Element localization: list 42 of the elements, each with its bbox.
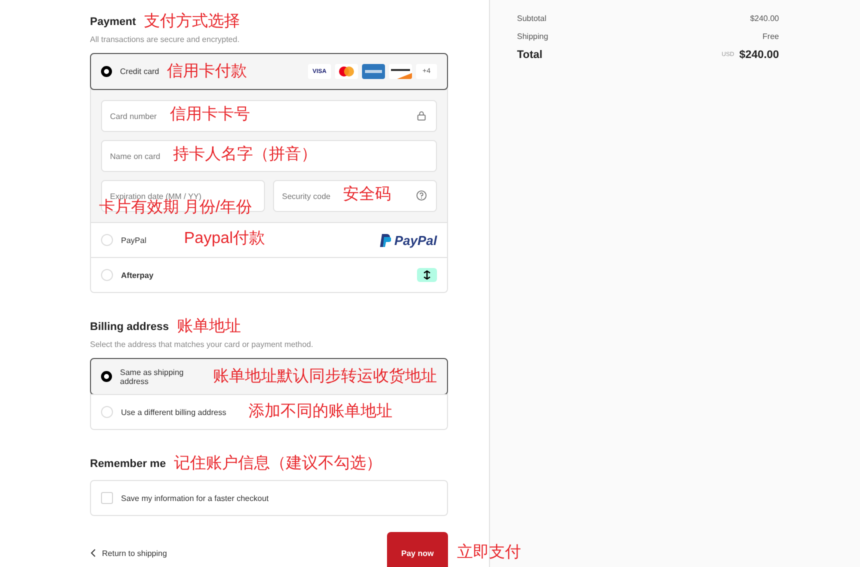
card-brand-icon bbox=[389, 64, 412, 79]
mastercard-icon bbox=[335, 64, 358, 79]
annotation: 记住账户信息（建议不勾选） bbox=[174, 456, 382, 472]
annotation: 账单地址默认同步转运收货地址 bbox=[213, 368, 437, 384]
summary-label: Total bbox=[517, 49, 542, 61]
annotation: Paypal付款 bbox=[184, 231, 265, 247]
checkbox[interactable] bbox=[101, 492, 113, 504]
paypal-icon bbox=[380, 234, 392, 246]
payment-option-label[interactable]: Afterpay bbox=[121, 270, 154, 280]
radio-button[interactable] bbox=[101, 66, 112, 77]
annotation: 账单地址 bbox=[176, 319, 241, 335]
summary-value: Free bbox=[762, 32, 779, 40]
paypal-logo: PayPal bbox=[380, 232, 437, 248]
section-title: Billing address bbox=[90, 321, 169, 333]
annotation: 安全码 bbox=[343, 187, 391, 203]
section-subtitle: Select the address that matches your card or payment method. bbox=[90, 340, 314, 349]
billing-option-label[interactable]: Same as shipping address bbox=[120, 368, 203, 386]
summary-label: Subtotal bbox=[517, 14, 546, 22]
annotation: 支付方式选择 bbox=[144, 14, 240, 30]
card-brand-icon bbox=[362, 64, 385, 79]
summary-value: $240.00 bbox=[739, 49, 779, 61]
return-link[interactable]: Return to shipping bbox=[90, 548, 167, 558]
help-icon[interactable] bbox=[416, 190, 427, 201]
section-subtitle: All transactions are secure and encrypted. bbox=[90, 35, 240, 44]
section-title: Payment bbox=[90, 16, 136, 28]
annotation: 信用卡付款 bbox=[167, 64, 248, 80]
summary-label: Shipping bbox=[517, 32, 548, 40]
annotation: 添加不同的账单地址 bbox=[248, 404, 392, 420]
afterpay-icon bbox=[417, 268, 437, 282]
summary-value: $240.00 bbox=[750, 14, 779, 22]
lock-icon bbox=[416, 110, 427, 121]
annotation: 立即支付 bbox=[457, 545, 521, 561]
billing-option-label[interactable]: Use a different billing address bbox=[121, 408, 226, 416]
annotation: 持卡人名字（拼音） bbox=[173, 147, 317, 163]
payment-option-label[interactable]: PayPal bbox=[121, 236, 146, 244]
checkbox-label[interactable]: Save my information for a faster checkout bbox=[121, 494, 269, 502]
chevron-left-icon bbox=[90, 549, 96, 557]
radio-button[interactable] bbox=[101, 371, 112, 382]
payment-option-label[interactable]: Credit card bbox=[120, 67, 160, 76]
pay-now-button[interactable]: Pay now bbox=[387, 532, 448, 567]
annotation: 信用卡卡号 bbox=[170, 107, 250, 123]
section-title: Remember me bbox=[90, 458, 166, 470]
